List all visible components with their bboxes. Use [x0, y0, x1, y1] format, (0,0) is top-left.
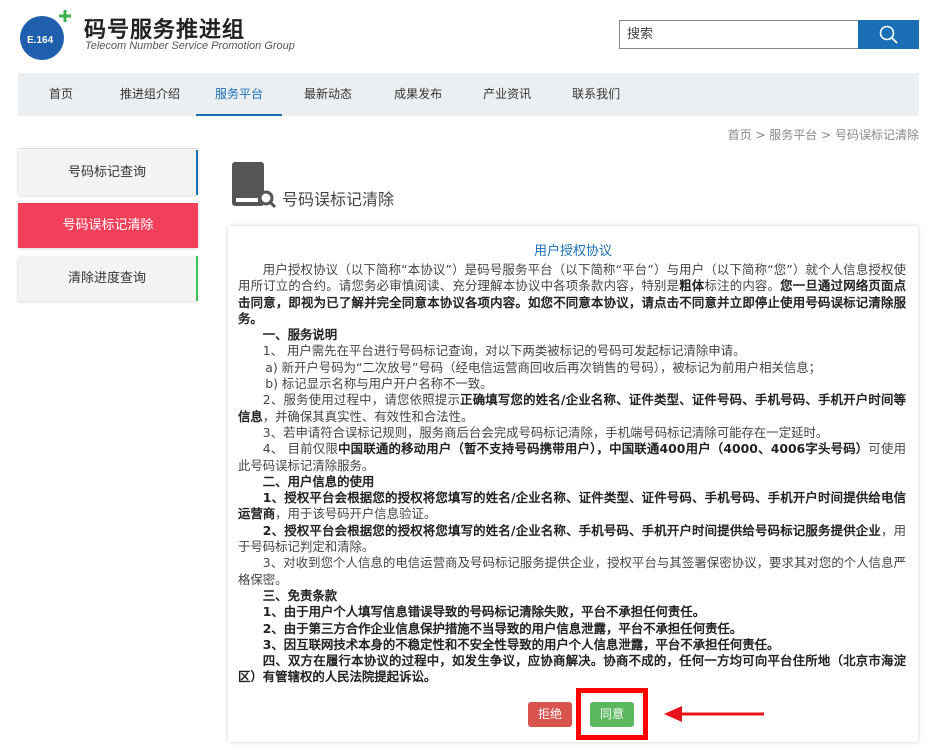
sidebar-item-mark-clear[interactable]: 号码误标记清除	[18, 203, 198, 248]
page-title: 号码误标记清除	[282, 186, 394, 210]
divider	[18, 148, 198, 149]
text: 3、对收到您个人信息的电信运营商及号码标记服务提供企业，授权平台与其签署保密协议…	[238, 555, 906, 586]
agreement-paragraph: 1、授权平台会根据您的授权将您填写的姓名/企业名称、证件类型、证件号码、手机号码…	[238, 490, 906, 523]
agreement-paragraph: 用户授权协议（以下简称“本协议”）是码号服务平台（以下简称“平台”）与用户（以下…	[238, 262, 906, 327]
bold-text: 四、双方在履行本协议的过程中，如发生争议，应协商解决。协商不成的，任何一方均可向…	[238, 653, 906, 684]
text: 2、服务使用过程中，请您依照提示	[263, 392, 460, 407]
text: a) 新开户号码为“二次放号”号码（经电信运营商回收后再次销售的号码），被标记为…	[265, 360, 821, 375]
agreement-paragraph: 二、用户信息的使用	[238, 474, 906, 490]
document-search-icon	[230, 160, 278, 210]
text: ，用于该号码开户信息验证。	[275, 506, 436, 521]
bold-text: 中国联通的移动用户（暂不支持号码携带用户），中国联通400用户（4000、400…	[338, 441, 868, 456]
search-input[interactable]	[619, 20, 858, 49]
agreement-paragraph: 2、授权平台会根据您的授权将您填写的姓名/企业名称、手机号码、手机开户时间提供给…	[238, 523, 906, 556]
agreement-paragraph: 3、因互联网技术本身的不稳定性和不安全性导致的用户个人信息泄露，平台不承担任何责…	[238, 637, 906, 653]
sidebar-item-progress-query[interactable]: 清除进度查询	[18, 256, 198, 301]
main-nav: 首页 推进组介绍 服务平台 最新动态 成果发布 产业资讯 联系我们	[18, 73, 919, 116]
agreement-paragraph: b) 标记显示名称与用户开户名称不一致。	[238, 376, 906, 392]
svg-text:E.164: E.164	[27, 35, 54, 46]
arrow-left-icon	[662, 704, 768, 724]
bold-text: 2、由于第三方合作企业信息保护措施不当导致的用户信息泄露，平台不承担任何责任。	[263, 621, 742, 636]
agreement-paragraph: 一、服务说明	[238, 327, 906, 343]
search-icon	[879, 25, 899, 45]
highlight-box	[576, 688, 648, 740]
agreement-paragraph: 三、免责条款	[238, 588, 906, 604]
bold-text: 1、由于用户个人填写信息错误导致的号码标记清除失败，平台不承担任何责任。	[263, 604, 705, 619]
breadcrumb: 首页 > 服务平台 > 号码误标记清除	[728, 126, 919, 143]
agreement-paragraph: a) 新开户号码为“二次放号”号码（经电信运营商回收后再次销售的号码），被标记为…	[238, 360, 906, 376]
nav-industry[interactable]: 产业资讯	[483, 73, 531, 116]
text: b) 标记显示名称与用户开户名称不一致。	[265, 376, 492, 391]
nav-about[interactable]: 推进组介绍	[120, 73, 180, 116]
agreement-paragraph: 2、由于第三方合作企业信息保护措施不当导致的用户信息泄露，平台不承担任何责任。	[238, 621, 906, 637]
site-subtitle: Telecom Number Service Promotion Group	[85, 40, 295, 52]
agreement-title: 用户授权协议	[228, 240, 918, 262]
nav-news[interactable]: 最新动态	[304, 73, 352, 116]
reject-button[interactable]: 拒绝	[528, 702, 572, 727]
agreement-paragraph: 4、 目前仅限中国联通的移动用户（暂不支持号码携带用户），中国联通400用户（4…	[238, 441, 906, 474]
e164-logo: E.164	[18, 8, 80, 62]
bold-text: 二、用户信息的使用	[263, 474, 375, 489]
search-button[interactable]	[858, 20, 919, 49]
text: 4、 目前仅限	[263, 441, 338, 456]
bold-text: 一、服务说明	[263, 327, 337, 342]
nav-contact[interactable]: 联系我们	[572, 73, 620, 116]
search-bar	[619, 20, 919, 49]
nav-home[interactable]: 首页	[49, 73, 73, 116]
agreement-paragraph: 2、服务使用过程中，请您依照提示正确填写您的姓名/企业名称、证件类型、证件号码、…	[238, 392, 906, 425]
agreement-paragraph: 四、双方在履行本协议的过程中，如发生争议，应协商解决。协商不成的，任何一方均可向…	[238, 653, 906, 686]
agreement-card: 用户授权协议 用户授权协议（以下简称“本协议”）是码号服务平台（以下简称“平台”…	[228, 226, 918, 742]
nav-service-platform[interactable]: 服务平台	[215, 73, 263, 116]
bold-text: 3、因互联网技术本身的不稳定性和不安全性导致的用户个人信息泄露，平台不承担任何责…	[263, 637, 780, 652]
agreement-paragraph: 3、若申请符合误标记规则，服务商后台会完成号码标记清除，手机端号码标记清除可能存…	[238, 425, 906, 441]
text: 标注的内容。	[705, 278, 781, 293]
sidebar-item-mark-query[interactable]: 号码标记查询	[18, 150, 198, 195]
agreement-paragraph: 3、对收到您个人信息的电信运营商及号码标记服务提供企业，授权平台与其签署保密协议…	[238, 555, 906, 588]
text: ，并确保其真实性、有效性和合法性。	[263, 409, 474, 424]
agreement-paragraph: 1、 用户需先在平台进行号码标记查询，对以下两类被标记的号码可发起标记清除申请。	[238, 343, 906, 359]
bold-text: 粗体	[679, 278, 704, 293]
bold-text: 三、免责条款	[263, 588, 337, 603]
text: 3、若申请符合误标记规则，服务商后台会完成号码标记清除，手机端号码标记清除可能存…	[263, 425, 828, 440]
nav-results[interactable]: 成果发布	[394, 73, 442, 116]
agreement-paragraph: 1、由于用户个人填写信息错误导致的号码标记清除失败，平台不承担任何责任。	[238, 604, 906, 620]
bold-text: 2、授权平台会根据您的授权将您填写的姓名/企业名称、手机号码、手机开户时间提供给…	[263, 523, 881, 538]
text: 1、 用户需先在平台进行号码标记查询，对以下两类被标记的号码可发起标记清除申请。	[263, 343, 746, 358]
agreement-body[interactable]: 用户授权协议（以下简称“本协议”）是码号服务平台（以下简称“平台”）与用户（以下…	[228, 262, 918, 686]
